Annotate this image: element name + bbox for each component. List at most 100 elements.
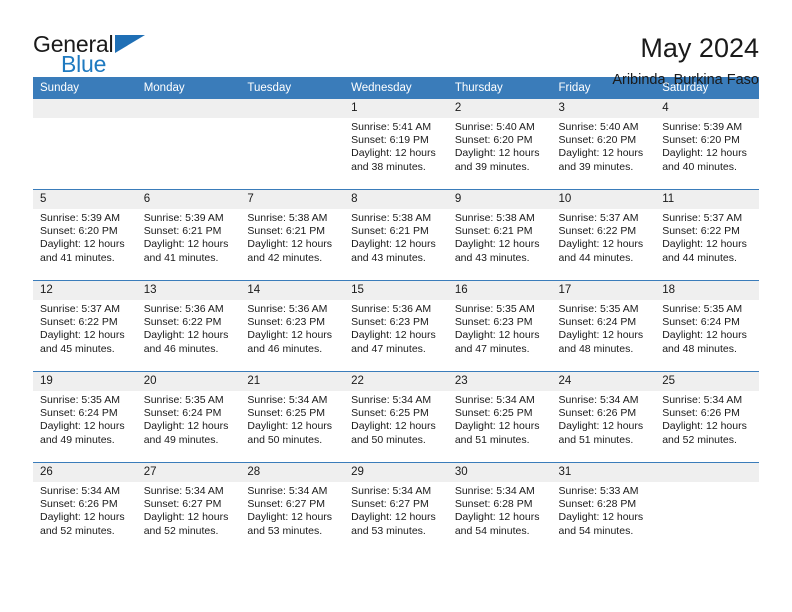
calendar-day-cell[interactable]: 9 Sunrise: 5:38 AM Sunset: 6:21 PM Daylight… — [447, 189, 552, 281]
page-title: May 2024 — [640, 33, 759, 63]
day-number — [240, 99, 345, 118]
calendar-day-cell[interactable]: 18 Sunrise: 5:35 AM Sunset: 6:24 PM Dayligh… — [655, 280, 759, 372]
calendar-day-cell[interactable]: 4 Sunrise: 5:39 AM Sunset: 6:20 PM Daylight… — [655, 99, 759, 190]
sunset-text: Sunset: 6:21 PM — [143, 225, 222, 238]
day-details: Sunrise: 5:41 AM Sunset: 6:19 PM Daylight:… — [344, 118, 448, 174]
daylight-text: Daylight: 12 hours and 47 minutes. — [454, 329, 540, 355]
day-number: 2 — [447, 99, 552, 118]
day-details: Sunrise: 5:34 AM Sunset: 6:25 PM Daylight:… — [448, 391, 552, 447]
weekday-header-thursday: Thursday — [447, 77, 552, 99]
sunset-text: Sunset: 6:23 PM — [247, 316, 326, 329]
calendar-day-cell[interactable]: 13 Sunrise: 5:36 AM Sunset: 6:22 PM Dayligh… — [136, 280, 241, 372]
daylight-text: Daylight: 12 hours and 43 minutes. — [351, 238, 436, 264]
calendar-day-cell[interactable]: 25 Sunrise: 5:34 AM Sunset: 6:26 PM Dayligh… — [655, 371, 759, 463]
daylight-text: Daylight: 12 hours and 41 minutes. — [40, 238, 125, 264]
sunrise-text: Sunrise: 5:34 AM — [351, 485, 432, 497]
day-number: 7 — [240, 190, 345, 209]
calendar-day-cell[interactable]: 24 Sunrise: 5:34 AM Sunset: 6:26 PM Dayligh… — [551, 371, 656, 463]
sunset-text: Sunset: 6:23 PM — [454, 316, 533, 329]
sunset-text: Sunset: 6:28 PM — [454, 498, 533, 511]
sunrise-text: Sunrise: 5:34 AM — [247, 394, 328, 406]
day-number: 25 — [655, 372, 759, 391]
day-number: 20 — [136, 372, 241, 391]
sunrise-text: Sunrise: 5:34 AM — [143, 485, 224, 497]
day-number: 6 — [136, 190, 241, 209]
calendar-day-cell[interactable]: 11 Sunrise: 5:37 AM Sunset: 6:22 PM Dayligh… — [655, 189, 759, 281]
day-number: 31 — [551, 463, 656, 482]
daylight-text: Daylight: 12 hours and 49 minutes. — [143, 420, 229, 446]
day-number: 30 — [447, 463, 552, 482]
sunrise-text: Sunrise: 5:34 AM — [454, 485, 535, 497]
day-details: Sunrise: 5:38 AM Sunset: 6:21 PM Daylight:… — [344, 209, 448, 265]
day-number: 28 — [240, 463, 345, 482]
triangle-icon — [115, 35, 145, 53]
day-number: 23 — [447, 372, 552, 391]
calendar-day-cell[interactable]: 19 Sunrise: 5:35 AM Sunset: 6:24 PM Dayligh… — [33, 371, 137, 463]
calendar-day-cell[interactable]: 26 Sunrise: 5:34 AM Sunset: 6:26 PM Dayligh… — [33, 462, 137, 553]
calendar-day-cell[interactable]: 29 Sunrise: 5:34 AM Sunset: 6:27 PM Dayligh… — [344, 462, 448, 553]
sunrise-text: Sunrise: 5:38 AM — [454, 212, 535, 224]
daylight-text: Daylight: 12 hours and 52 minutes. — [40, 511, 125, 537]
day-details: Sunrise: 5:34 AM Sunset: 6:27 PM Daylight:… — [344, 482, 448, 538]
calendar-day-cell[interactable]: 6 Sunrise: 5:39 AM Sunset: 6:21 PM Daylight… — [136, 189, 241, 281]
day-number: 14 — [240, 281, 345, 300]
day-details: Sunrise: 5:34 AM Sunset: 6:27 PM Daylight:… — [240, 482, 344, 538]
day-details: Sunrise: 5:33 AM Sunset: 6:28 PM Daylight:… — [552, 482, 656, 538]
calendar-day-cell[interactable]: 22 Sunrise: 5:34 AM Sunset: 6:25 PM Dayligh… — [344, 371, 448, 463]
calendar-day-cell[interactable]: 17 Sunrise: 5:35 AM Sunset: 6:24 PM Dayligh… — [551, 280, 656, 372]
daylight-text: Daylight: 12 hours and 51 minutes. — [558, 420, 644, 446]
sunset-text: Sunset: 6:20 PM — [40, 225, 118, 238]
sunrise-text: Sunrise: 5:34 AM — [351, 394, 432, 406]
calendar-day-cell[interactable]: 12 Sunrise: 5:37 AM Sunset: 6:22 PM Dayligh… — [33, 280, 137, 372]
calendar-day-cell[interactable]: 2 Sunrise: 5:40 AM Sunset: 6:20 PM Daylight… — [447, 99, 552, 190]
day-details: Sunrise: 5:36 AM Sunset: 6:23 PM Daylight:… — [240, 300, 344, 356]
daylight-text: Daylight: 12 hours and 38 minutes. — [351, 147, 436, 173]
day-details: Sunrise: 5:38 AM Sunset: 6:21 PM Daylight:… — [448, 209, 552, 265]
calendar-day-cell[interactable]: 30 Sunrise: 5:34 AM Sunset: 6:28 PM Dayligh… — [447, 462, 552, 553]
calendar-day-cell[interactable]: 16 Sunrise: 5:35 AM Sunset: 6:23 PM Dayligh… — [447, 280, 552, 372]
sunrise-text: Sunrise: 5:38 AM — [351, 212, 432, 224]
calendar-day-cell[interactable]: 3 Sunrise: 5:40 AM Sunset: 6:20 PM Daylight… — [551, 99, 656, 190]
calendar-day-cell[interactable]: 23 Sunrise: 5:34 AM Sunset: 6:25 PM Dayligh… — [447, 371, 552, 463]
logo-text-blue: Blue — [61, 51, 107, 77]
daylight-text: Daylight: 12 hours and 43 minutes. — [454, 238, 540, 264]
weekday-header-monday: Monday — [136, 77, 241, 99]
weekday-header-wednesday: Wednesday — [344, 77, 448, 99]
calendar-day-cell[interactable]: 21 Sunrise: 5:34 AM Sunset: 6:25 PM Dayligh… — [240, 371, 345, 463]
daylight-text: Daylight: 12 hours and 52 minutes. — [143, 511, 229, 537]
calendar-day-cell[interactable]: 1 Sunrise: 5:41 AM Sunset: 6:19 PM Daylight… — [344, 99, 448, 190]
day-number: 19 — [33, 372, 137, 391]
sunrise-text: Sunrise: 5:39 AM — [143, 212, 224, 224]
calendar-day-cell[interactable]: 8 Sunrise: 5:38 AM Sunset: 6:21 PM Daylight… — [344, 189, 448, 281]
sunrise-text: Sunrise: 5:37 AM — [558, 212, 639, 224]
calendar-day-cell[interactable]: 14 Sunrise: 5:36 AM Sunset: 6:23 PM Dayligh… — [240, 280, 345, 372]
calendar-day-cell-empty — [240, 99, 345, 190]
daylight-text: Daylight: 12 hours and 54 minutes. — [558, 511, 644, 537]
day-details: Sunrise: 5:34 AM Sunset: 6:26 PM Daylight:… — [655, 391, 759, 447]
calendar-day-cell[interactable]: 7 Sunrise: 5:38 AM Sunset: 6:21 PM Daylight… — [240, 189, 345, 281]
day-number: 1 — [344, 99, 448, 118]
calendar-day-cell[interactable]: 31 Sunrise: 5:33 AM Sunset: 6:28 PM Dayligh… — [551, 462, 656, 553]
calendar-page: General Blue May 2024 Aribinda, Burkina … — [0, 0, 792, 612]
day-number: 17 — [551, 281, 656, 300]
sunrise-text: Sunrise: 5:36 AM — [247, 303, 328, 315]
calendar-day-cell[interactable]: 10 Sunrise: 5:37 AM Sunset: 6:22 PM Dayligh… — [551, 189, 656, 281]
day-details: Sunrise: 5:40 AM Sunset: 6:20 PM Daylight:… — [448, 118, 552, 174]
sunset-text: Sunset: 6:21 PM — [247, 225, 326, 238]
calendar-day-cell-empty — [136, 99, 241, 190]
sunset-text: Sunset: 6:23 PM — [351, 316, 429, 329]
sunset-text: Sunset: 6:25 PM — [247, 407, 326, 420]
calendar-day-cell[interactable]: 5 Sunrise: 5:39 AM Sunset: 6:20 PM Daylight… — [33, 189, 137, 281]
day-details: Sunrise: 5:35 AM Sunset: 6:24 PM Daylight:… — [33, 391, 137, 447]
calendar-day-cell[interactable]: 20 Sunrise: 5:35 AM Sunset: 6:24 PM Dayligh… — [136, 371, 241, 463]
general-blue-logo[interactable]: General Blue — [33, 32, 148, 78]
daylight-text: Daylight: 12 hours and 46 minutes. — [247, 329, 333, 355]
sunrise-text: Sunrise: 5:38 AM — [247, 212, 328, 224]
daylight-text: Daylight: 12 hours and 51 minutes. — [454, 420, 540, 446]
calendar-day-cell[interactable]: 15 Sunrise: 5:36 AM Sunset: 6:23 PM Dayligh… — [344, 280, 448, 372]
day-number: 4 — [655, 99, 759, 118]
day-number — [33, 99, 137, 118]
calendar-day-cell[interactable]: 28 Sunrise: 5:34 AM Sunset: 6:27 PM Dayligh… — [240, 462, 345, 553]
sunset-text: Sunset: 6:24 PM — [558, 316, 637, 329]
calendar-day-cell[interactable]: 27 Sunrise: 5:34 AM Sunset: 6:27 PM Dayligh… — [136, 462, 241, 553]
